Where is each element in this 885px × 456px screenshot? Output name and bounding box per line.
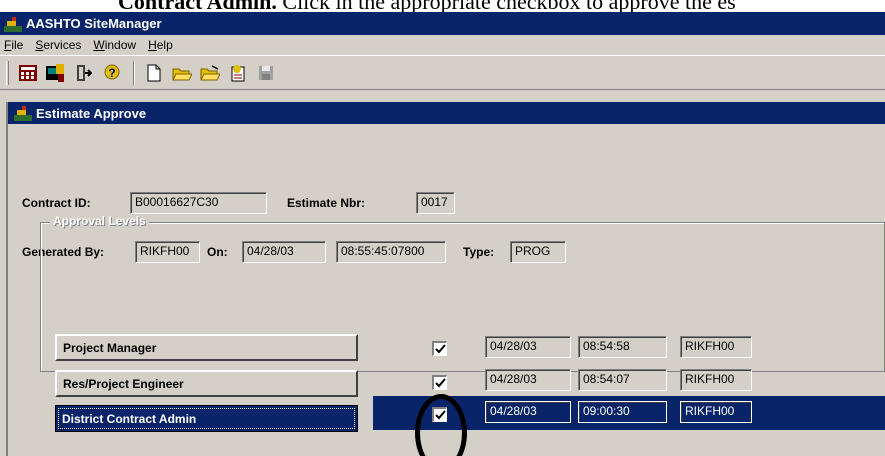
exit-icon[interactable]	[73, 62, 95, 84]
level-label: Project Manager	[63, 340, 157, 355]
child-title: Estimate Approve	[36, 105, 147, 121]
level-label: Res/Project Engineer	[63, 376, 184, 391]
app-titlebar[interactable]: AASHTO SiteManager	[0, 12, 885, 35]
level-button-district-contract-admin[interactable]: District Contract Admin	[55, 405, 358, 432]
menu-services[interactable]: Services	[35, 38, 81, 52]
menu-bar: File Services Window Help	[0, 35, 885, 55]
contract-id-field[interactable]: B00016627C30	[130, 192, 267, 214]
open-folder-2-icon[interactable]	[199, 62, 221, 84]
svg-text:?: ?	[108, 66, 115, 80]
help-icon[interactable]: ?	[101, 62, 123, 84]
approval-time-field[interactable]: 09:00:30	[578, 401, 667, 423]
approval-date-field[interactable]: 04/28/03	[485, 336, 571, 358]
calculator-icon[interactable]	[17, 62, 39, 84]
app-window: AASHTO SiteManager File Services Window …	[0, 12, 885, 456]
approval-levels-legend: Approval Levels	[50, 214, 149, 228]
toolbar: ?	[0, 55, 885, 90]
estimate-nbr-label: Estimate Nbr:	[287, 196, 366, 210]
sitemanager-logo-icon	[4, 16, 22, 32]
estimate-window-icon	[14, 105, 32, 121]
level-button-project-manager[interactable]: Project Manager	[55, 334, 358, 361]
save-icon[interactable]	[255, 62, 277, 84]
toolbar-separator	[133, 60, 135, 85]
contractor-icon[interactable]	[45, 62, 67, 84]
contract-id-label: Contract ID:	[22, 196, 91, 210]
approval-time-field[interactable]: 08:54:07	[578, 369, 667, 391]
approval-time-field[interactable]: 08:54:58	[578, 336, 667, 358]
level-label: District Contract Admin	[62, 411, 197, 426]
menu-help[interactable]: Help	[148, 38, 173, 52]
open-folder-icon[interactable]	[171, 62, 193, 84]
new-document-icon[interactable]	[143, 62, 165, 84]
menu-window[interactable]: Window	[93, 38, 136, 52]
approval-user-field[interactable]: RIKFH00	[680, 369, 752, 391]
approval-date-field[interactable]: 04/28/03	[485, 401, 571, 423]
toolbar-grip[interactable]	[6, 60, 9, 85]
app-title: AASHTO SiteManager	[26, 16, 162, 31]
menu-file[interactable]: File	[4, 38, 23, 52]
approve-checkbox-project-manager[interactable]	[432, 341, 447, 356]
approval-user-field[interactable]: RIKFH00	[680, 401, 752, 423]
estimate-nbr-field[interactable]: 0017	[416, 192, 455, 214]
notes-icon[interactable]	[227, 62, 249, 84]
approval-user-field[interactable]: RIKFH00	[680, 336, 752, 358]
child-titlebar[interactable]: Estimate Approve	[8, 102, 885, 124]
approval-date-field[interactable]: 04/28/03	[485, 369, 571, 391]
approve-checkbox-res-project-engineer[interactable]	[432, 375, 447, 390]
level-button-res-project-engineer[interactable]: Res/Project Engineer	[55, 370, 358, 397]
